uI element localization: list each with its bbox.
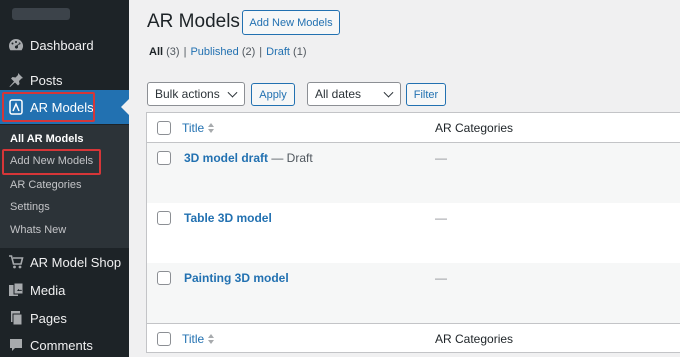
table-row: 3D model draft — Draft — xyxy=(147,143,680,203)
row-checkbox[interactable] xyxy=(157,151,171,165)
table-row: Painting 3D model — xyxy=(147,263,680,323)
row-category: — xyxy=(435,271,447,285)
apply-button[interactable]: Apply xyxy=(251,83,295,106)
row-checkbox[interactable] xyxy=(157,271,171,285)
row-title: Painting 3D model xyxy=(184,271,289,285)
page-title: AR Models xyxy=(147,11,240,33)
main-content: AR Models Add New Models All (3) | Publi… xyxy=(129,0,680,357)
sidebar-item-label: Comments xyxy=(30,338,93,353)
comments-icon xyxy=(7,336,25,354)
sidebar-item-label: Dashboard xyxy=(30,38,94,53)
row-category: — xyxy=(435,211,447,225)
submenu-whats-new[interactable]: Whats New xyxy=(0,219,129,241)
sort-icon xyxy=(208,123,214,133)
sidebar-item-comments[interactable]: Comments xyxy=(0,328,129,357)
wp-admin-app: Dashboard Posts AR Models All AR Models … xyxy=(0,0,680,357)
submenu-ar-categories[interactable]: AR Categories xyxy=(0,174,129,196)
bulk-actions-value: Bulk actions xyxy=(155,87,220,101)
column-title-label: Title xyxy=(182,121,204,135)
pages-icon xyxy=(7,309,25,327)
current-menu-arrow xyxy=(121,99,129,115)
chevron-down-icon xyxy=(384,88,394,98)
view-separator: | xyxy=(259,46,262,58)
row-title-link[interactable]: Painting 3D model xyxy=(184,271,289,285)
media-icon xyxy=(7,281,25,299)
blurred-site-name xyxy=(0,0,129,28)
table-row: Table 3D model — xyxy=(147,203,680,263)
view-draft-count: (1) xyxy=(293,46,306,58)
sidebar-item-label: Media xyxy=(30,283,65,298)
sidebar-item-label: Pages xyxy=(30,311,67,326)
select-all-checkbox-footer[interactable] xyxy=(157,332,171,346)
ar-models-submenu: All AR Models Add New Models AR Categori… xyxy=(0,125,129,248)
row-title: Table 3D model xyxy=(184,211,272,225)
bulk-actions-select[interactable]: Bulk actions xyxy=(147,82,245,106)
column-title-header[interactable]: Title xyxy=(182,121,214,135)
submenu-all-ar-models[interactable]: All AR Models xyxy=(0,128,129,150)
view-filters: All (3) | Published (2) | Draft (1) xyxy=(149,46,307,58)
row-title: 3D model draft — Draft xyxy=(184,151,313,165)
dates-value: All dates xyxy=(315,87,361,101)
view-all-count: (3) xyxy=(166,46,179,58)
sort-icon xyxy=(208,334,214,344)
highlight-box-ar-models xyxy=(2,92,95,122)
row-category: — xyxy=(435,151,447,165)
view-separator: | xyxy=(184,46,187,58)
select-all-checkbox[interactable] xyxy=(157,121,171,135)
row-state: — Draft xyxy=(268,151,313,165)
row-title-link[interactable]: Table 3D model xyxy=(184,211,272,225)
view-published-count: (2) xyxy=(242,46,255,58)
sidebar-item-label: AR Model Shop xyxy=(30,255,121,270)
dates-select[interactable]: All dates xyxy=(307,82,401,106)
chevron-down-icon xyxy=(228,88,238,98)
column-categories-header: AR Categories xyxy=(435,121,513,135)
cart-icon xyxy=(7,253,25,271)
view-draft-link[interactable]: Draft xyxy=(266,46,290,58)
table-footer-row: Title AR Categories xyxy=(147,323,680,353)
view-published-link[interactable]: Published xyxy=(190,46,238,58)
column-title-label: Title xyxy=(182,332,204,346)
column-title-footer[interactable]: Title xyxy=(182,332,214,346)
table-header-row: Title AR Categories xyxy=(147,113,680,143)
column-categories-footer: AR Categories xyxy=(435,332,513,346)
add-new-models-button[interactable]: Add New Models xyxy=(242,10,340,35)
dashboard-icon xyxy=(7,36,25,54)
submenu-settings[interactable]: Settings xyxy=(0,196,129,218)
sidebar-item-label: Posts xyxy=(30,73,63,88)
view-all-link[interactable]: All xyxy=(149,46,163,58)
row-checkbox[interactable] xyxy=(157,211,171,225)
models-table: Title AR Categories 3D model draft — Dra… xyxy=(146,112,680,353)
admin-sidebar: Dashboard Posts AR Models All AR Models … xyxy=(0,0,129,357)
row-title-link[interactable]: 3D model draft xyxy=(184,151,268,165)
filter-button[interactable]: Filter xyxy=(406,83,446,106)
pushpin-icon xyxy=(7,71,25,89)
highlight-box-add-new xyxy=(2,149,101,175)
sidebar-item-dashboard[interactable]: Dashboard xyxy=(0,28,129,62)
